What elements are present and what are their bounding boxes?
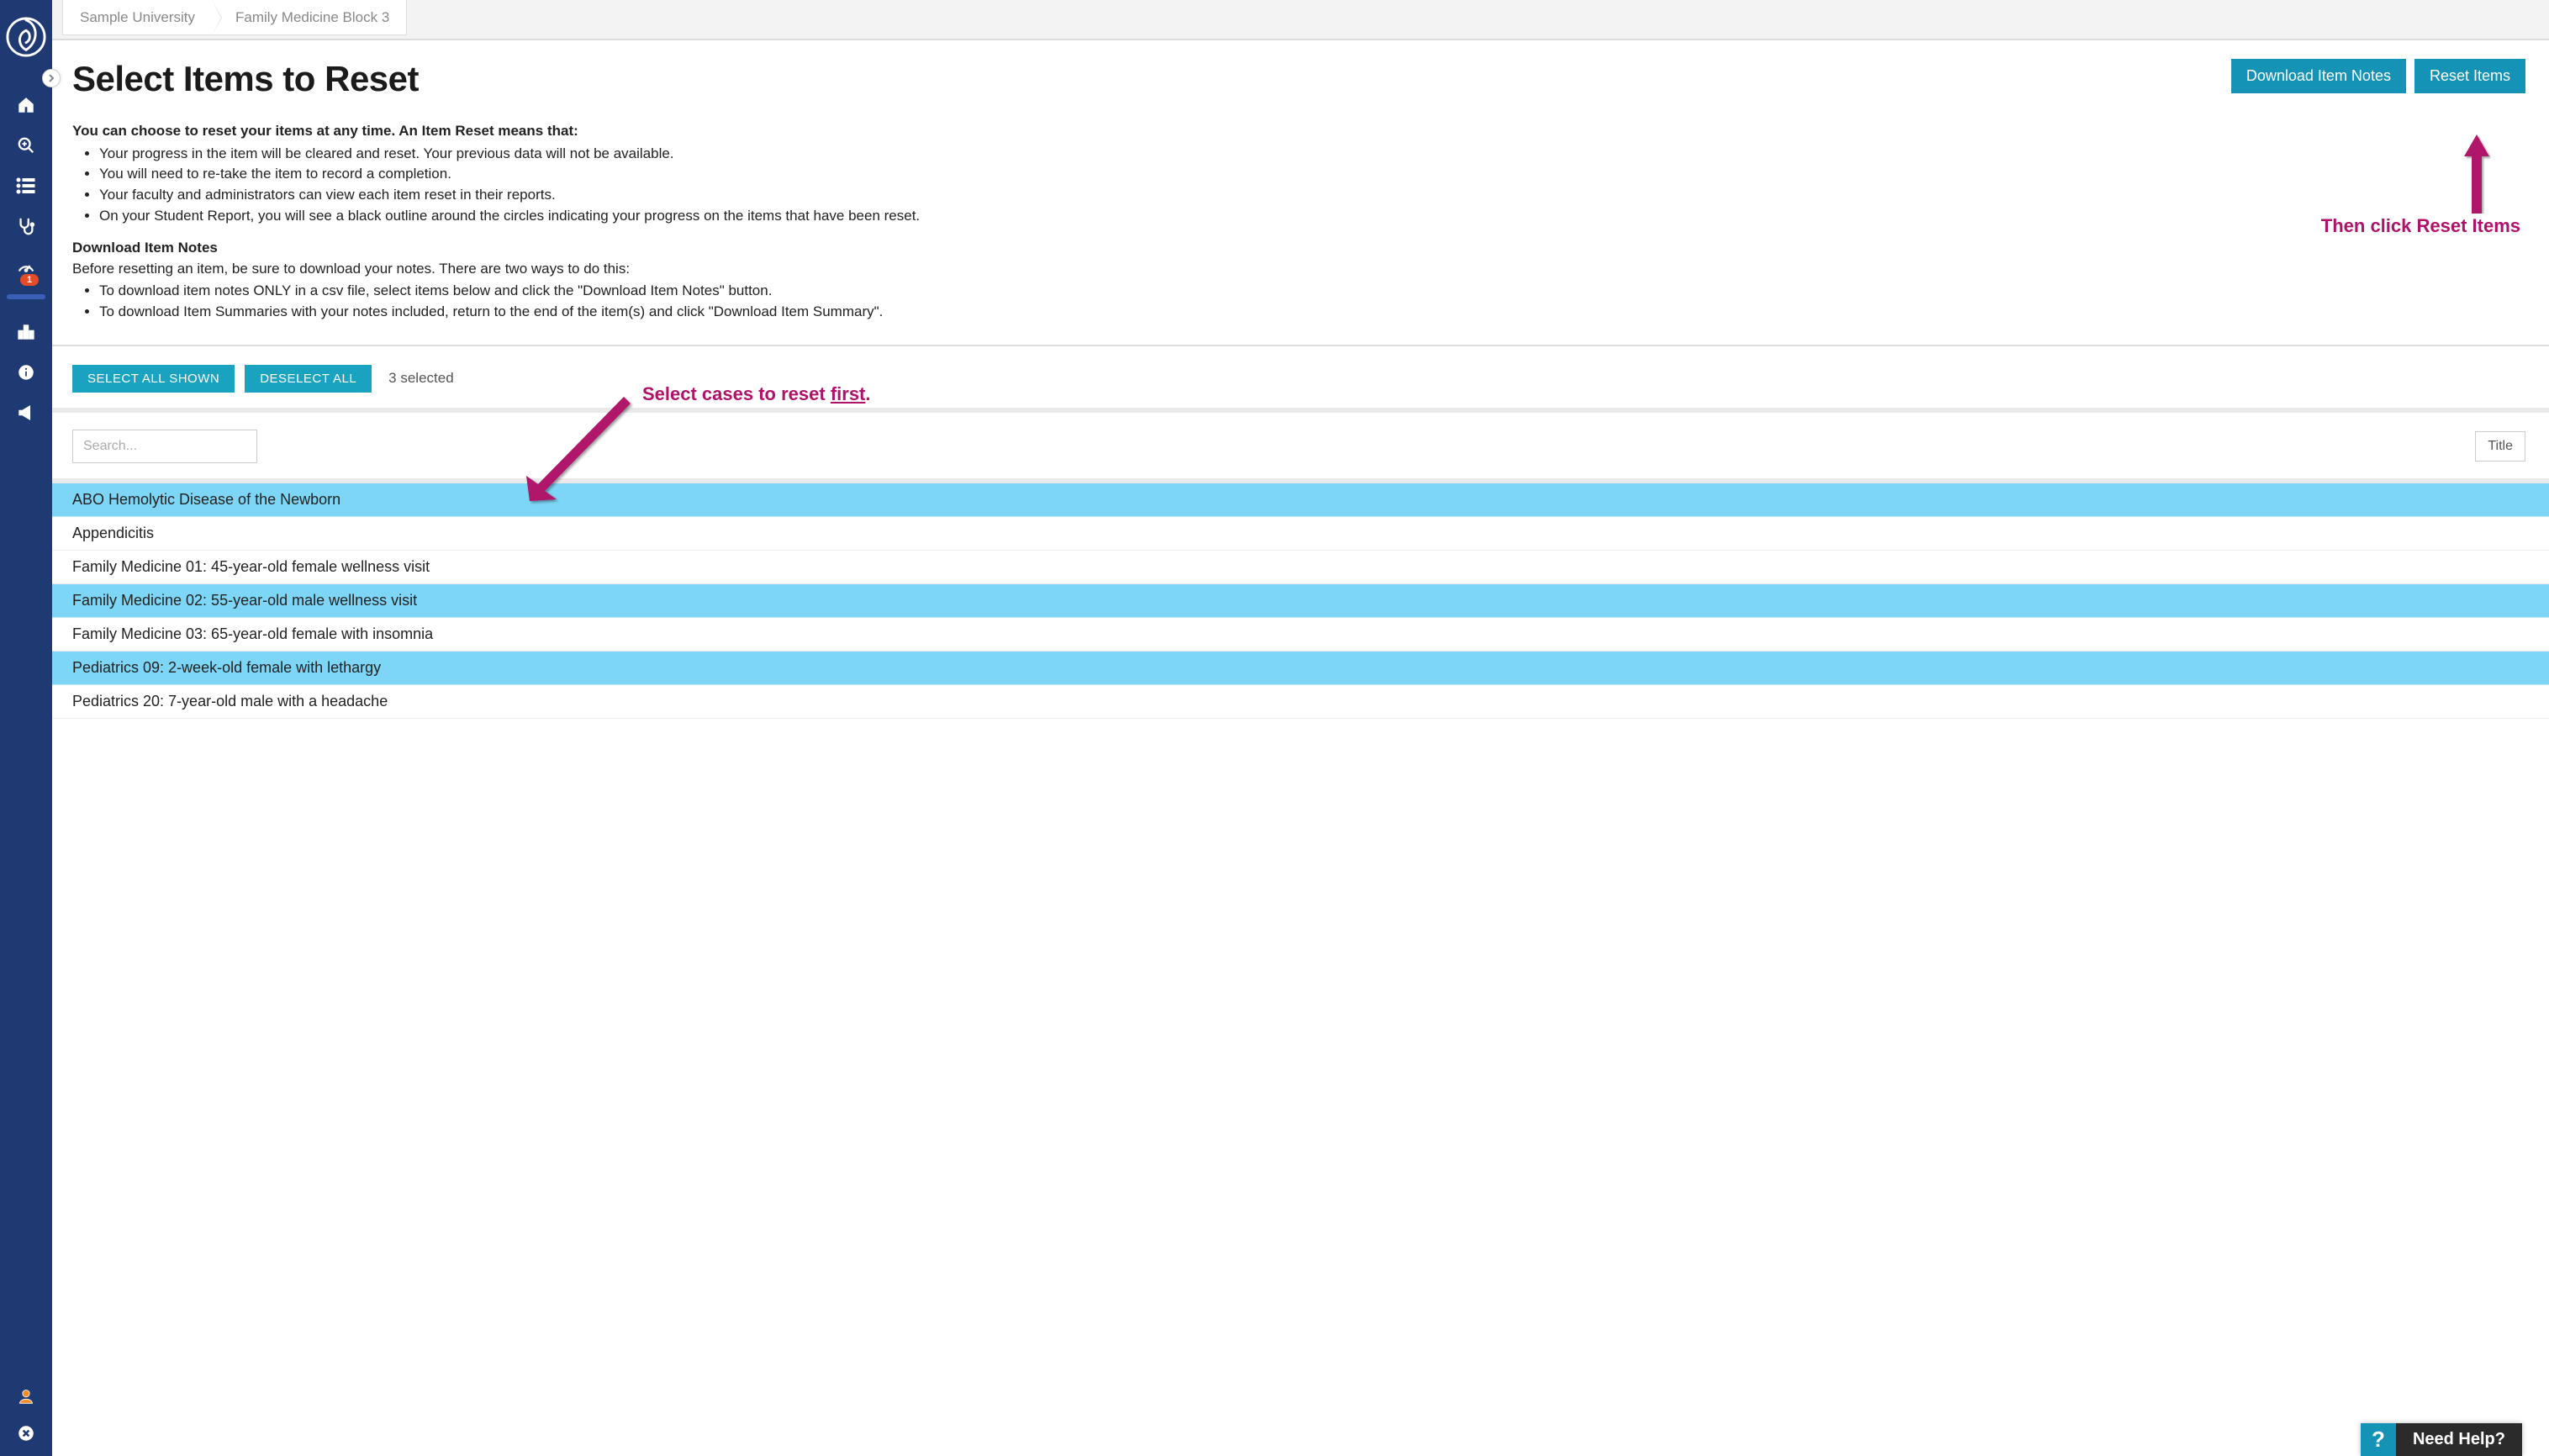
app-logo <box>3 3 50 71</box>
list-icon[interactable] <box>15 175 37 197</box>
logo-swirl-icon <box>6 17 46 57</box>
breadcrumb: Sample University Family Medicine Block … <box>62 0 407 35</box>
notes-bullet: To download Item Summaries with your not… <box>99 302 2525 323</box>
announcements-icon[interactable] <box>15 402 37 424</box>
home-icon[interactable] <box>15 94 37 116</box>
close-icon[interactable] <box>15 1422 37 1444</box>
need-help-label: Need Help? <box>2396 1423 2522 1456</box>
list-item[interactable]: Pediatrics 09: 2-week-old female with le… <box>52 652 2549 685</box>
breadcrumb-item-university[interactable]: Sample University <box>63 0 212 34</box>
list-item[interactable]: Family Medicine 02: 55-year-old male wel… <box>52 584 2549 618</box>
institution-icon[interactable] <box>15 321 37 343</box>
intro-bullet: You will need to re-take the item to rec… <box>99 164 2525 185</box>
search-input[interactable] <box>72 430 257 463</box>
item-list: ABO Hemolytic Disease of the NewbornAppe… <box>52 478 2549 719</box>
intro-bullet: On your Student Report, you will see a b… <box>99 206 2525 227</box>
dashboard-icon[interactable]: 1 <box>15 256 37 277</box>
list-item[interactable]: Appendicitis <box>52 517 2549 551</box>
notes-bullet: To download item notes ONLY in a csv fil… <box>99 281 2525 302</box>
need-help-button[interactable]: ? Need Help? <box>2361 1423 2522 1456</box>
sort-by-title-button[interactable]: Title <box>2475 431 2525 462</box>
list-item[interactable]: Family Medicine 01: 45-year-old female w… <box>52 551 2549 584</box>
intro-heading: You can choose to reset your items at an… <box>72 123 578 139</box>
download-item-notes-button[interactable]: Download Item Notes <box>2231 59 2406 93</box>
notes-subtext: Before resetting an item, be sure to dow… <box>72 261 630 277</box>
list-item[interactable]: ABO Hemolytic Disease of the Newborn <box>52 483 2549 517</box>
search-plus-icon[interactable] <box>15 135 37 156</box>
sidebar-divider <box>7 294 45 299</box>
select-all-button[interactable]: SELECT ALL SHOWN <box>72 365 235 393</box>
description-block: You can choose to reset your items at an… <box>72 121 2525 323</box>
user-icon[interactable] <box>15 1385 37 1407</box>
notes-bullet-list: To download item notes ONLY in a csv fil… <box>99 281 2525 322</box>
question-mark-icon: ? <box>2361 1423 2396 1456</box>
main-area: Sample University Family Medicine Block … <box>52 0 2549 1456</box>
intro-bullet-list: Your progress in the item will be cleare… <box>99 144 2525 227</box>
stethoscope-icon[interactable] <box>15 215 37 237</box>
list-item[interactable]: Family Medicine 03: 65-year-old female w… <box>52 618 2549 652</box>
page-title: Select Items to Reset <box>72 59 419 99</box>
topbar: Sample University Family Medicine Block … <box>52 0 2549 40</box>
selected-count: 3 selected <box>388 370 454 387</box>
list-item[interactable]: Pediatrics 20: 7-year-old male with a he… <box>52 685 2549 719</box>
reset-items-button[interactable]: Reset Items <box>2414 59 2525 93</box>
sidebar: 1 <box>0 0 52 1456</box>
breadcrumb-item-block[interactable]: Family Medicine Block 3 <box>212 0 406 34</box>
info-icon[interactable] <box>15 361 37 383</box>
intro-bullet: Your faculty and administrators can view… <box>99 185 2525 206</box>
selection-toolbar: SELECT ALL SHOWN DESELECT ALL 3 selected <box>52 345 2549 408</box>
search-sort-row: Title <box>52 408 2549 478</box>
intro-bullet: Your progress in the item will be cleare… <box>99 144 2525 165</box>
notes-heading: Download Item Notes <box>72 240 218 256</box>
deselect-all-button[interactable]: DESELECT ALL <box>245 365 372 393</box>
dashboard-badge: 1 <box>20 274 39 286</box>
